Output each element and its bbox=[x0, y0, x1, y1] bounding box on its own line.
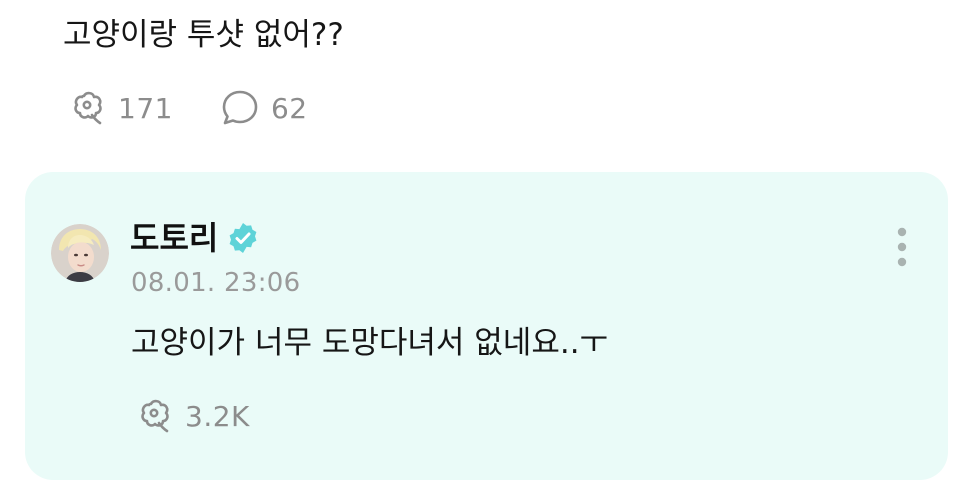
reply-timestamp: 08.01. 23:06 bbox=[131, 268, 301, 298]
avatar[interactable] bbox=[51, 224, 109, 282]
flower-like-icon bbox=[133, 395, 175, 437]
reply-stats: 3.2K bbox=[133, 394, 250, 438]
verified-badge-icon bbox=[226, 221, 260, 255]
post-comment-button[interactable]: 62 bbox=[219, 87, 308, 129]
flower-like-icon bbox=[66, 87, 108, 129]
more-options-button[interactable] bbox=[887, 224, 917, 270]
post-comment-count: 62 bbox=[270, 91, 308, 125]
post-text: 고양이랑 투샷 없어?? bbox=[63, 17, 344, 53]
author-name[interactable]: 도토리 bbox=[130, 216, 218, 260]
reply-card: 도토리 08.01. 23:06 고양이가 너무 도망다녀서 없네요..ㅜ 3.… bbox=[25, 172, 948, 480]
post: 고양이랑 투샷 없어?? 171 62 도토리 08.01. 23:06 고양이… bbox=[0, 0, 974, 499]
post-stats: 171 62 bbox=[66, 86, 308, 130]
reply-author: 도토리 bbox=[130, 216, 260, 260]
reply-text: 고양이가 너무 도망다녀서 없네요..ㅜ bbox=[131, 325, 609, 361]
speech-bubble-icon bbox=[219, 87, 261, 129]
reply-like-button[interactable]: 3.2K bbox=[133, 395, 250, 437]
more-vertical-icon bbox=[887, 224, 917, 270]
post-like-count: 171 bbox=[118, 91, 173, 125]
post-like-button[interactable]: 171 bbox=[66, 87, 173, 129]
reply-like-count: 3.2K bbox=[185, 399, 250, 433]
